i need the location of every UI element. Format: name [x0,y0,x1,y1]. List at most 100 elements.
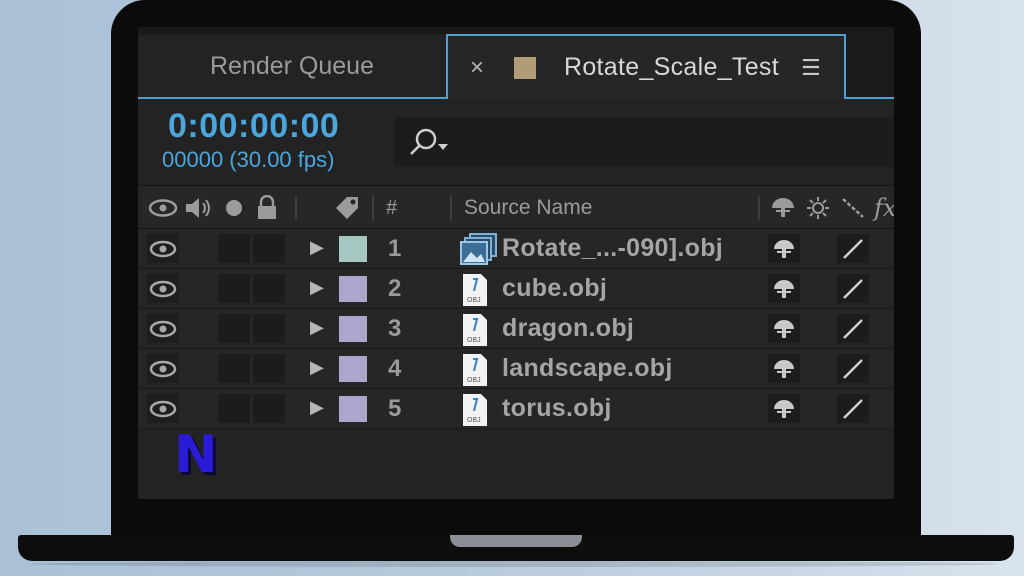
video-toggle[interactable] [147,354,179,383]
shy-toggle[interactable] [768,354,800,383]
source-name-header[interactable]: Source Name [464,186,592,230]
layer-source-name[interactable]: cube.obj [502,274,607,303]
layer-row[interactable]: ▶ 3 OBJ dragon.obj [138,309,894,349]
shy-toggle[interactable] [768,394,800,423]
search-icon [410,128,448,155]
layer-number: 4 [388,355,402,382]
layer-source-name[interactable]: Rotate_...-090].obj [502,234,723,263]
search-input[interactable] [394,117,894,167]
solo-switch-header[interactable] [224,186,244,230]
expand-arrow-icon[interactable]: ▶ [310,357,324,378]
video-switch-header[interactable] [148,186,178,230]
obj-label: OBJ [467,377,481,384]
layer-label-color[interactable] [339,396,367,422]
layer-source-name[interactable]: landscape.obj [502,354,673,383]
lock-icon [258,195,276,219]
collapse-switch-header[interactable] [806,186,830,230]
watermark-logo: N [174,425,218,485]
shy-icon [774,359,794,378]
tab-bar: Render Queue × Rotate_Scale_Test ☰ [138,27,894,99]
laptop-base [18,535,1014,561]
video-toggle[interactable] [147,314,179,343]
current-time-display[interactable]: 0:00:00:00 [168,107,339,146]
quality-slash-icon [843,318,863,339]
number-header[interactable]: # [386,186,397,230]
tab-render-queue[interactable]: Render Queue [138,35,446,99]
sun-icon [807,197,829,219]
layer-label-color[interactable] [339,356,367,382]
label-header[interactable] [332,186,362,230]
layer-row[interactable]: ▶ 2 OBJ cube.obj [138,269,894,309]
video-toggle[interactable] [147,394,179,423]
close-icon[interactable]: × [470,54,496,82]
obj-file-icon: OBJ [460,393,490,432]
tag-icon [336,197,358,219]
obj-label: OBJ [467,337,481,344]
shy-toggle[interactable] [768,314,800,343]
layer-label-color[interactable] [339,276,367,302]
layer-number: 2 [388,275,402,302]
lock-toggle[interactable] [253,354,285,383]
speaker-icon [186,198,210,218]
video-toggle[interactable] [147,234,179,263]
panel-menu-icon[interactable]: ☰ [801,55,821,81]
header-divider [295,196,297,220]
solo-dot-icon [226,200,242,216]
layer-row[interactable]: ▶ 5 OBJ torus.obj [138,389,894,429]
solo-toggle[interactable] [218,234,250,263]
header-divider [450,196,452,220]
lock-toggle[interactable] [253,314,285,343]
shy-icon [774,279,794,298]
solo-toggle[interactable] [218,394,250,423]
header-divider [758,196,760,220]
laptop-notch [450,535,582,547]
solo-toggle[interactable] [218,274,250,303]
eye-icon [149,280,177,297]
layer-label-color[interactable] [339,236,367,262]
lock-toggle[interactable] [253,234,285,263]
lock-toggle[interactable] [253,274,285,303]
expand-arrow-icon[interactable]: ▶ [310,277,324,298]
quality-toggle[interactable] [837,274,869,303]
layer-label-color[interactable] [339,316,367,342]
lock-toggle[interactable] [253,394,285,423]
shy-switch-header[interactable] [770,186,796,230]
eye-icon [149,360,177,377]
layer-number: 1 [388,235,402,262]
expand-arrow-icon[interactable]: ▶ [310,317,324,338]
effects-header[interactable]: fx [874,186,894,230]
video-toggle[interactable] [147,274,179,303]
layer-row[interactable]: ▶ 4 OBJ landscape.obj [138,349,894,389]
timeline-panel: Render Queue × Rotate_Scale_Test ☰ 0:00:… [138,27,894,499]
layer-row[interactable]: ▶ 1 Rotate_...-090].obj [138,229,894,269]
quality-toggle[interactable] [837,234,869,263]
expand-arrow-icon[interactable]: ▶ [310,237,324,258]
tab-composition[interactable]: × Rotate_Scale_Test ☰ [446,34,846,99]
expand-arrow-icon[interactable]: ▶ [310,397,324,418]
tab-render-queue-label: Render Queue [209,51,374,80]
quality-toggle[interactable] [837,394,869,423]
tab-composition-label: Rotate_Scale_Test [564,53,779,81]
quality-toggle[interactable] [837,314,869,343]
lock-switch-header[interactable] [256,186,278,230]
layer-source-name[interactable]: dragon.obj [502,314,634,343]
layer-source-name[interactable]: torus.obj [502,394,612,423]
quality-toggle[interactable] [837,354,869,383]
quality-slash-icon [843,278,863,299]
image-sequence-icon [460,233,498,270]
solo-toggle[interactable] [218,314,250,343]
solo-toggle[interactable] [218,354,250,383]
frame-count-display: 00000 (30.00 fps) [162,147,335,172]
eye-icon [149,320,177,337]
audio-switch-header[interactable] [184,186,214,230]
shy-toggle[interactable] [768,234,800,263]
layer-column-header: # Source Name f [138,185,894,229]
eye-icon [149,400,177,417]
obj-file-icon: OBJ [460,313,490,352]
time-controls: 0:00:00:00 00000 (30.00 fps) [138,99,894,183]
shy-toggle[interactable] [768,274,800,303]
shy-icon [772,198,794,217]
quality-switch-header[interactable] [840,186,866,230]
composition-color-swatch [514,56,536,79]
eye-icon [148,199,178,217]
